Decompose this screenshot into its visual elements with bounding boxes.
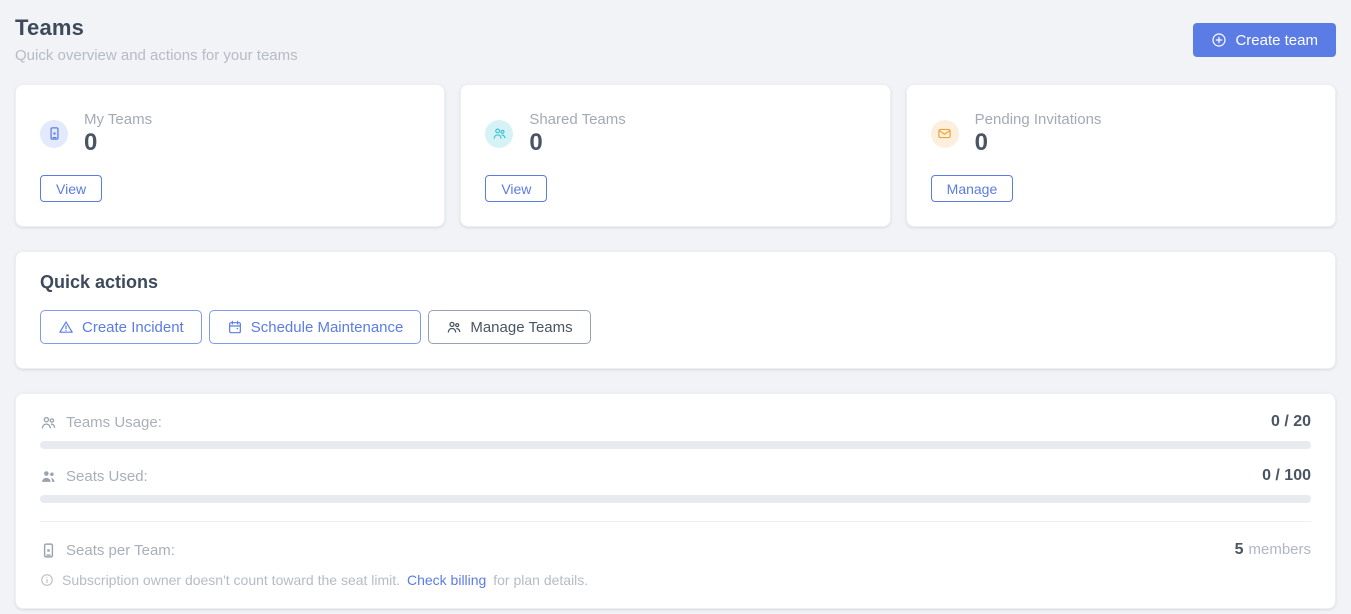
id-badge-icon	[40, 542, 57, 559]
usage-divider	[40, 521, 1311, 522]
create-incident-button[interactable]: Create Incident	[40, 310, 202, 344]
stat-card-top: Pending Invitations 0	[931, 111, 1311, 156]
team-icon	[485, 120, 513, 148]
create-incident-label: Create Incident	[82, 319, 184, 336]
seats-per-team-unit: members	[1248, 541, 1311, 558]
stat-card-my-teams: My Teams 0 View	[15, 84, 445, 227]
teams-usage-label: Teams Usage:	[66, 414, 162, 431]
teams-usage-label-group: Teams Usage:	[40, 414, 162, 431]
teams-usage-progress	[40, 441, 1311, 449]
page-subtitle: Quick overview and actions for your team…	[15, 47, 298, 64]
quick-actions-panel: Quick actions Create Incident Schedule M…	[15, 251, 1336, 369]
teams-usage-row: Teams Usage: 0 / 20	[40, 413, 1311, 431]
stat-label: Pending Invitations	[975, 111, 1102, 128]
stat-value: 0	[84, 130, 152, 156]
seats-used-progress	[40, 495, 1311, 503]
page-title: Teams	[15, 15, 298, 41]
seats-per-team-row: Seats per Team: 5members	[40, 541, 1311, 559]
page-header: Teams Quick overview and actions for you…	[15, 15, 1336, 64]
create-team-label: Create team	[1235, 32, 1318, 49]
usage-panel: Teams Usage: 0 / 20 Seats Used: 0 / 100	[15, 393, 1336, 609]
seats-used-row: Seats Used: 0 / 100	[40, 467, 1311, 485]
seats-used-value: 0 / 100	[1262, 467, 1311, 485]
teams-usage-value: 0 / 20	[1271, 413, 1311, 431]
seats-used-label: Seats Used:	[66, 468, 148, 485]
seats-per-team-label: Seats per Team:	[66, 542, 175, 559]
seats-per-team-label-group: Seats per Team:	[40, 542, 175, 559]
note-text-after: for plan details.	[493, 572, 588, 588]
stat-card-top: My Teams 0	[40, 111, 420, 156]
calendar-icon	[227, 319, 243, 335]
mail-icon	[931, 120, 959, 148]
stat-card-text: Shared Teams 0	[529, 111, 625, 156]
note-text-before: Subscription owner doesn't count toward …	[62, 572, 400, 588]
stat-label: Shared Teams	[529, 111, 625, 128]
schedule-maintenance-button[interactable]: Schedule Maintenance	[209, 310, 422, 344]
view-shared-teams-button[interactable]: View	[485, 175, 547, 202]
check-billing-link[interactable]: Check billing	[407, 572, 486, 588]
warning-icon	[58, 319, 74, 335]
team-filled-icon	[40, 468, 57, 485]
view-my-teams-button[interactable]: View	[40, 175, 102, 202]
stat-card-pending-invitations: Pending Invitations 0 Manage	[906, 84, 1336, 227]
id-badge-icon	[40, 120, 68, 148]
stat-card-text: Pending Invitations 0	[975, 111, 1102, 156]
page-header-text: Teams Quick overview and actions for you…	[15, 15, 298, 64]
manage-invitations-button[interactable]: Manage	[931, 175, 1014, 202]
team-icon	[446, 319, 462, 335]
schedule-maintenance-label: Schedule Maintenance	[251, 319, 404, 336]
team-outline-icon	[40, 414, 57, 431]
teams-page: Teams Quick overview and actions for you…	[0, 0, 1351, 609]
info-icon	[40, 573, 54, 587]
stat-card-text: My Teams 0	[84, 111, 152, 156]
seats-used-label-group: Seats Used:	[40, 468, 148, 485]
manage-teams-button[interactable]: Manage Teams	[428, 310, 590, 344]
create-team-button[interactable]: Create team	[1193, 23, 1336, 57]
quick-actions-title: Quick actions	[40, 272, 1311, 293]
seats-per-team-number: 5	[1235, 541, 1244, 558]
stat-card-top: Shared Teams 0	[485, 111, 865, 156]
stat-card-shared-teams: Shared Teams 0 View	[460, 84, 890, 227]
note-text: Subscription owner doesn't count toward …	[62, 572, 588, 588]
plus-circle-icon	[1211, 32, 1227, 48]
usage-note: Subscription owner doesn't count toward …	[40, 572, 1311, 588]
stats-row: My Teams 0 View Shared Teams 0 View	[15, 84, 1336, 227]
stat-value: 0	[975, 130, 1102, 156]
stat-value: 0	[529, 130, 625, 156]
manage-teams-label: Manage Teams	[470, 319, 572, 336]
seats-per-team-value: 5members	[1235, 541, 1311, 559]
quick-actions-buttons: Create Incident Schedule Maintenance Man…	[40, 310, 1311, 344]
stat-label: My Teams	[84, 111, 152, 128]
